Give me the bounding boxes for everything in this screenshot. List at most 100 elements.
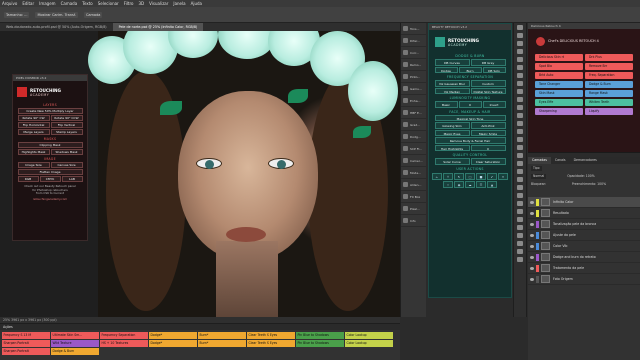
dock-item[interactable]: Pixel... xyxy=(401,203,426,215)
panel-button[interactable]: Rotate 90° CW xyxy=(17,115,50,121)
kind-filter[interactable]: Tipo xyxy=(531,165,542,171)
tool-icon[interactable] xyxy=(517,193,523,198)
fill-field[interactable]: Preenchimento: 100% xyxy=(572,182,606,186)
tool-icon[interactable] xyxy=(517,41,523,46)
layer-row[interactable]: Foto Origem xyxy=(528,274,640,285)
opacity-field[interactable]: Opacidade: 100% xyxy=(567,174,594,178)
action-button[interactable]: Clear Teeth S Eyes xyxy=(246,339,295,347)
panel-button[interactable]: Solar Curve xyxy=(434,158,470,165)
menu-item-1[interactable]: Editar xyxy=(22,1,34,6)
user-action-icon[interactable]: ▲ xyxy=(487,181,497,188)
panel-button[interactable]: Anti-Pink xyxy=(470,122,506,129)
tool-icon[interactable] xyxy=(517,177,523,182)
action-button[interactable]: Burn* xyxy=(197,339,246,347)
dock-item[interactable]: Remo... xyxy=(401,59,426,71)
tool-icon[interactable] xyxy=(517,129,523,134)
action-button[interactable]: Dodge* xyxy=(148,339,197,347)
menu-item-9[interactable]: Janela xyxy=(173,1,185,6)
action-button[interactable]: Sharpen Portrait xyxy=(1,339,50,347)
action-button[interactable]: Wild Texture xyxy=(50,339,99,347)
option-control[interactable]: Mostrar Carim. Transf. xyxy=(35,11,78,18)
panel-button[interactable]: Digital Skin Texture xyxy=(470,87,506,94)
user-action-icon[interactable]: ☁ xyxy=(465,181,475,188)
user-action-icon[interactable]: ↑ xyxy=(443,173,453,180)
action-button[interactable]: Ultimate Skin Sm... xyxy=(50,331,99,339)
panel-button[interactable]: RGB xyxy=(17,176,39,182)
action-button[interactable]: Burn* xyxy=(197,331,246,339)
layer-row[interactable]: Infinito Calor xyxy=(528,197,640,208)
action-button[interactable]: Clear Teeth S Eyes xyxy=(246,331,295,339)
layer-row[interactable]: Tratamento da pele xyxy=(528,263,640,274)
delicious-button[interactable]: Freq. Separation xyxy=(585,72,633,79)
option-control[interactable]: Tamanho: ... xyxy=(4,11,30,18)
action-button[interactable]: Dodge & Burn xyxy=(50,347,99,355)
delicious-button[interactable]: Liquify xyxy=(585,108,633,115)
panel-button[interactable]: Flatten Image xyxy=(17,169,83,175)
panel-button[interactable]: Remove Body & Facial Hair xyxy=(434,137,506,144)
dock-item[interactable]: Corr... xyxy=(401,47,426,59)
action-button[interactable]: Pin Blue to Shadows xyxy=(295,339,344,347)
dock-item[interactable]: FX Box xyxy=(401,191,426,203)
user-action-icon[interactable]: ◉ xyxy=(454,181,464,188)
delicious-button[interactable]: Whiten Teeth xyxy=(585,99,633,106)
layer-row[interactable]: Color Vib xyxy=(528,241,640,252)
dock-item[interactable]: Camer... xyxy=(401,155,426,167)
panel-button[interactable]: Flip Horizontal xyxy=(17,122,50,128)
panel-button[interactable]: Magical Skin Tone xyxy=(434,114,506,121)
action-button[interactable]: Dodge* xyxy=(148,331,197,339)
visibility-eye-icon[interactable] xyxy=(530,255,534,259)
option-control[interactable]: Camada xyxy=(83,11,103,18)
tool-icon[interactable] xyxy=(517,25,523,30)
tool-icon[interactable] xyxy=(517,65,523,70)
user-action-icon[interactable]: ✧ xyxy=(443,181,453,188)
layers-tab[interactable]: Canais xyxy=(551,157,570,164)
panel-button[interactable]: Viz Gaussian Blur xyxy=(434,80,470,87)
user-action-icon[interactable]: ■ xyxy=(476,173,486,180)
menu-item-5[interactable]: Selecionar xyxy=(98,1,119,6)
panel-button[interactable]: DB Curves xyxy=(434,59,470,66)
tool-icon[interactable] xyxy=(517,209,523,214)
panel-button[interactable]: Hair Highlights xyxy=(434,144,470,151)
layers-tab[interactable]: Demarcadores xyxy=(570,157,601,164)
dock-item[interactable]: Gamu... xyxy=(401,83,426,95)
panel-button[interactable]: 0 xyxy=(458,101,482,108)
layer-row[interactable]: Dodge and burn do retrato xyxy=(528,252,640,263)
tool-icon[interactable] xyxy=(517,241,523,246)
dock-item[interactable]: Enha... xyxy=(401,95,426,107)
tool-icon[interactable] xyxy=(517,233,523,238)
delicious-button[interactable]: Skin Mask xyxy=(535,90,583,97)
user-action-icon[interactable]: ☰ xyxy=(476,181,486,188)
dock-item[interactable]: Tons... xyxy=(401,23,426,35)
panel-button[interactable]: Clipping Mask xyxy=(17,142,83,148)
dock-item[interactable]: Difer... xyxy=(401,35,426,47)
action-button[interactable]: Color Lookup xyxy=(344,331,393,339)
dock-item[interactable]: Alden... xyxy=(401,179,426,191)
tool-icon[interactable] xyxy=(517,81,523,86)
user-action-icon[interactable]: ← xyxy=(432,173,442,180)
tool-icon[interactable] xyxy=(517,153,523,158)
menu-item-10[interactable]: Ajuda xyxy=(191,1,202,6)
menu-item-7[interactable]: 3D xyxy=(139,1,145,6)
tool-icon[interactable] xyxy=(517,249,523,254)
tool-icon[interactable] xyxy=(517,257,523,262)
tool-icon[interactable] xyxy=(517,105,523,110)
delicious-button[interactable]: Remove Brr xyxy=(585,63,633,70)
tool-icon[interactable] xyxy=(517,33,523,38)
panel-button[interactable]: Invert xyxy=(482,101,506,108)
layer-row[interactable]: Ajuste da pele xyxy=(528,230,640,241)
panel-button[interactable]: Custom xyxy=(470,80,506,87)
visibility-eye-icon[interactable] xyxy=(530,233,534,237)
tool-icon[interactable] xyxy=(517,57,523,62)
blend-mode-select[interactable]: Normal xyxy=(531,173,547,179)
panel-button[interactable]: LAB xyxy=(61,176,83,182)
panel-button[interactable]: DB Grey xyxy=(470,59,506,66)
delicious-button[interactable]: Drk Plus xyxy=(585,54,633,61)
user-action-icon[interactable]: ✦ xyxy=(498,173,508,180)
document-tab[interactable]: Web-doutorado-auto-profil.psd @ 50% (Aut… xyxy=(0,23,113,31)
panel-button[interactable]: Glowing Skin xyxy=(434,122,470,129)
menu-item-3[interactable]: Camada xyxy=(61,1,78,6)
tool-icon[interactable] xyxy=(517,49,523,54)
panel-button[interactable]: Highlights Mask xyxy=(17,149,50,155)
tool-icon[interactable] xyxy=(517,161,523,166)
tool-icon[interactable] xyxy=(517,225,523,230)
